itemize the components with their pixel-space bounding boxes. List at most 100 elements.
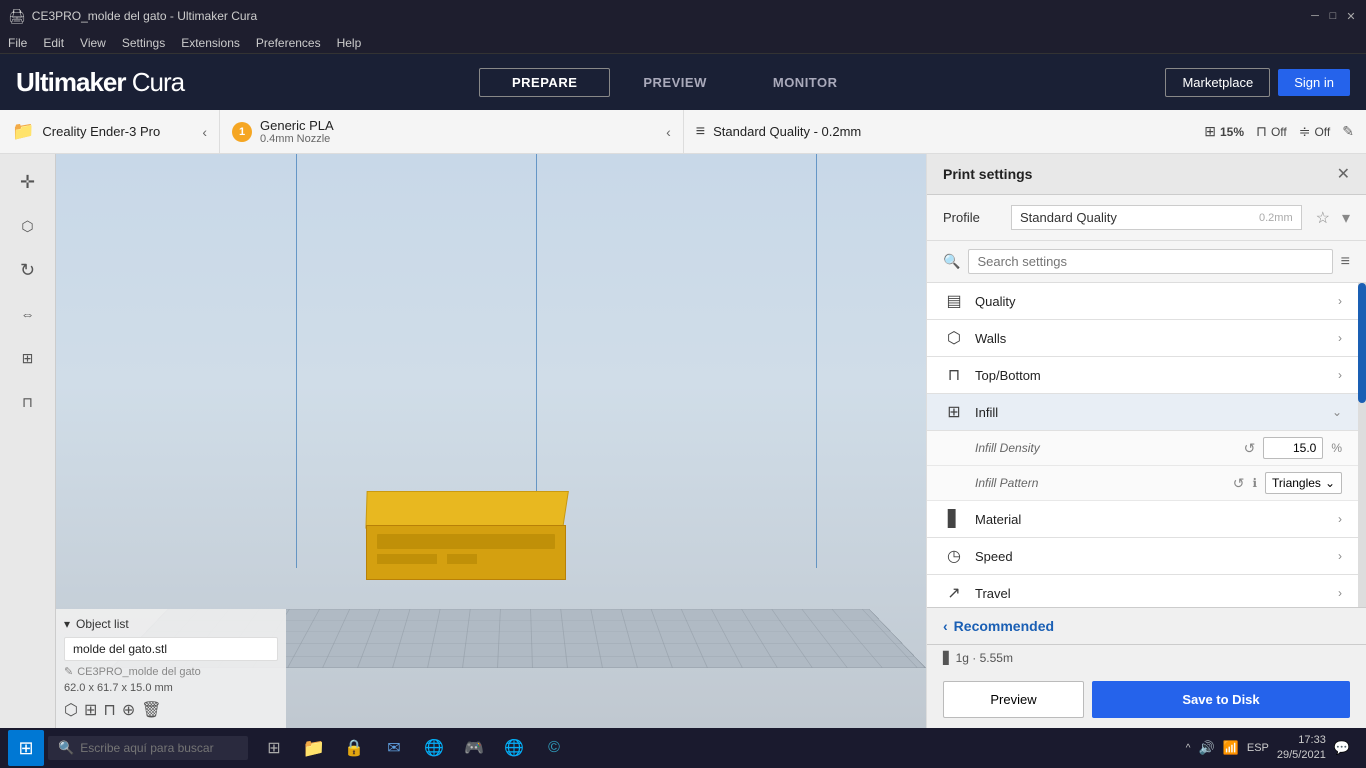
support-icon: ⊓ bbox=[1256, 123, 1267, 140]
game-app[interactable]: 🎮 bbox=[456, 730, 492, 766]
tab-monitor[interactable]: MONITOR bbox=[740, 68, 871, 97]
move-tool[interactable]: ✛ bbox=[8, 162, 48, 202]
material-chevron[interactable]: ‹ bbox=[666, 124, 671, 140]
quality-setting-icon: ▤ bbox=[943, 291, 965, 311]
top-bottom-setting-icon: ⊓ bbox=[943, 365, 965, 385]
quality-section: ≡ Standard Quality - 0.2mm ⊞ 15% ⊓ Off ≑… bbox=[684, 110, 1366, 153]
minimize-button[interactable]: ─ bbox=[1308, 9, 1322, 23]
ps-scroll-thumb[interactable] bbox=[1358, 283, 1366, 403]
material-info: Generic PLA 0.4mm Nozzle bbox=[260, 118, 334, 145]
search-input[interactable] bbox=[968, 249, 1332, 274]
support-blocker-tool[interactable]: ⊓ bbox=[8, 382, 48, 422]
profile-dropdown-icon[interactable]: ▾ bbox=[1342, 208, 1350, 228]
adhesion-control: ≑ Off bbox=[1299, 123, 1331, 140]
adhesion-icon: ≑ bbox=[1299, 123, 1311, 140]
infill-density-reset[interactable]: ↺ bbox=[1244, 440, 1256, 457]
object-item[interactable]: molde del gato.stl bbox=[64, 637, 278, 661]
group-tool[interactable]: ⊓ bbox=[103, 700, 115, 720]
close-button[interactable]: ✕ bbox=[1344, 9, 1358, 23]
support-value: Off bbox=[1271, 125, 1287, 139]
file-explorer-app[interactable]: 📁 bbox=[296, 730, 332, 766]
menu-view[interactable]: View bbox=[80, 36, 106, 50]
preview-button[interactable]: Preview bbox=[943, 681, 1084, 718]
tray-caret[interactable]: ^ bbox=[1186, 743, 1191, 754]
setting-infill[interactable]: ⊞ Infill ⌄ bbox=[927, 394, 1358, 431]
search-icon: 🔍 bbox=[943, 253, 960, 270]
menu-file[interactable]: File bbox=[8, 36, 27, 50]
delete-tool[interactable]: 🗑 bbox=[141, 700, 161, 720]
tab-preview[interactable]: PREVIEW bbox=[610, 68, 739, 97]
notifications-icon[interactable]: 💬 bbox=[1334, 740, 1350, 756]
infill-pattern-reset[interactable]: ↺ bbox=[1233, 475, 1245, 492]
weight-info: ▋ 1g · 5.55m bbox=[927, 645, 1366, 671]
infill-pattern-info[interactable]: ℹ bbox=[1252, 476, 1257, 490]
app-icon: 🖨 bbox=[8, 8, 26, 25]
tray-network[interactable]: 📶 bbox=[1223, 740, 1239, 756]
setting-quality[interactable]: ▤ Quality › bbox=[927, 283, 1358, 320]
setting-speed[interactable]: ◷ Speed › bbox=[927, 538, 1358, 575]
taskbar-search-input[interactable] bbox=[80, 741, 238, 755]
top-bottom-chevron: › bbox=[1338, 368, 1342, 382]
per-model-settings-tool[interactable]: ⊞ bbox=[8, 338, 48, 378]
store-app[interactable]: 🔒 bbox=[336, 730, 372, 766]
start-button[interactable]: ⊞ bbox=[8, 730, 44, 766]
chrome-app[interactable]: 🌐 bbox=[496, 730, 532, 766]
header-right: Marketplace Sign in bbox=[1165, 68, 1350, 97]
menu-help[interactable]: Help bbox=[337, 36, 362, 50]
ungroup-tool[interactable]: ⊕ bbox=[122, 700, 135, 720]
setting-walls[interactable]: ⬡ Walls › bbox=[927, 320, 1358, 357]
setting-top-bottom[interactable]: ⊓ Top/Bottom › bbox=[927, 357, 1358, 394]
duplicate-tool[interactable]: ⬡ bbox=[64, 700, 78, 720]
title-bar-controls[interactable]: ─ □ ✕ bbox=[1308, 9, 1358, 23]
menu-preferences[interactable]: Preferences bbox=[256, 36, 321, 50]
tab-prepare[interactable]: PREPARE bbox=[479, 68, 610, 97]
maximize-button[interactable]: □ bbox=[1326, 9, 1340, 23]
recommended-button[interactable]: ‹ Recommended bbox=[927, 608, 1366, 645]
secondary-toolbar: 📁 Creality Ender-3 Pro ‹ 1 Generic PLA 0… bbox=[0, 110, 1366, 154]
filter-icon[interactable]: ≡ bbox=[1341, 253, 1350, 271]
ps-close-button[interactable]: ✕ bbox=[1337, 164, 1350, 184]
menu-extensions[interactable]: Extensions bbox=[181, 36, 240, 50]
scale-tool[interactable]: ⬡ bbox=[8, 206, 48, 246]
save-button[interactable]: Save to Disk bbox=[1092, 681, 1350, 718]
taskbar-right: ^ 🔊 📶 ESP 17:33 29/5/2021 💬 bbox=[1186, 733, 1358, 764]
travel-setting-name: Travel bbox=[975, 586, 1328, 601]
object-list-toggle[interactable]: ▾ bbox=[64, 617, 70, 631]
profile-select[interactable]: Standard Quality 0.2mm bbox=[1011, 205, 1302, 230]
menu-edit[interactable]: Edit bbox=[43, 36, 64, 50]
menu-settings[interactable]: Settings bbox=[122, 36, 165, 50]
quality-chevron: › bbox=[1338, 294, 1342, 308]
infill-density-input[interactable] bbox=[1263, 437, 1323, 459]
walls-chevron: › bbox=[1338, 331, 1342, 345]
object-name: molde del gato.stl bbox=[73, 642, 167, 656]
tray-volume[interactable]: 🔊 bbox=[1198, 740, 1214, 756]
title-bar-left: 🖨 CE3PRO_molde del gato - Ultimaker Cura bbox=[8, 8, 257, 25]
mail-app[interactable]: ✉ bbox=[376, 730, 412, 766]
profile-sub: 0.2mm bbox=[1259, 212, 1293, 224]
recommended-label: Recommended bbox=[954, 618, 1054, 634]
signin-button[interactable]: Sign in bbox=[1278, 69, 1350, 96]
infill-pattern-value: Triangles bbox=[1272, 476, 1321, 490]
infill-pattern-select[interactable]: Triangles ⌄ bbox=[1265, 472, 1342, 494]
cura-app[interactable]: © bbox=[536, 730, 572, 766]
object-list-title: Object list bbox=[76, 617, 129, 631]
favorite-icon[interactable]: ☆ bbox=[1316, 208, 1330, 228]
rotate-tool[interactable]: ↻ bbox=[8, 250, 48, 290]
left-sidebar: ✛ ⬡ ↻ ⇔ ⊞ ⊓ bbox=[0, 154, 56, 728]
split-tool[interactable]: ⊞ bbox=[84, 700, 97, 720]
edge-app[interactable]: 🌐 bbox=[416, 730, 452, 766]
task-view-button[interactable]: ⊞ bbox=[256, 730, 292, 766]
profile-value: Standard Quality bbox=[1020, 210, 1117, 225]
taskbar-search[interactable]: 🔍 bbox=[48, 736, 248, 760]
speed-setting-name: Speed bbox=[975, 549, 1328, 564]
window-title: CE3PRO_molde del gato - Ultimaker Cura bbox=[32, 9, 257, 23]
object-list-header[interactable]: ▾ Object list bbox=[64, 617, 278, 631]
ps-scrollbar[interactable] bbox=[1358, 283, 1366, 607]
marketplace-button[interactable]: Marketplace bbox=[1165, 68, 1270, 97]
setting-travel[interactable]: ↗ Travel › bbox=[927, 575, 1358, 607]
printer-chevron[interactable]: ‹ bbox=[202, 124, 207, 140]
mirror-tool[interactable]: ⇔ bbox=[8, 294, 48, 334]
edit-quality-icon[interactable]: ✎ bbox=[1342, 123, 1354, 140]
viewport[interactable]: ▾ Object list molde del gato.stl ✎ CE3PR… bbox=[56, 154, 926, 728]
setting-material[interactable]: ▋ Material › bbox=[927, 501, 1358, 538]
